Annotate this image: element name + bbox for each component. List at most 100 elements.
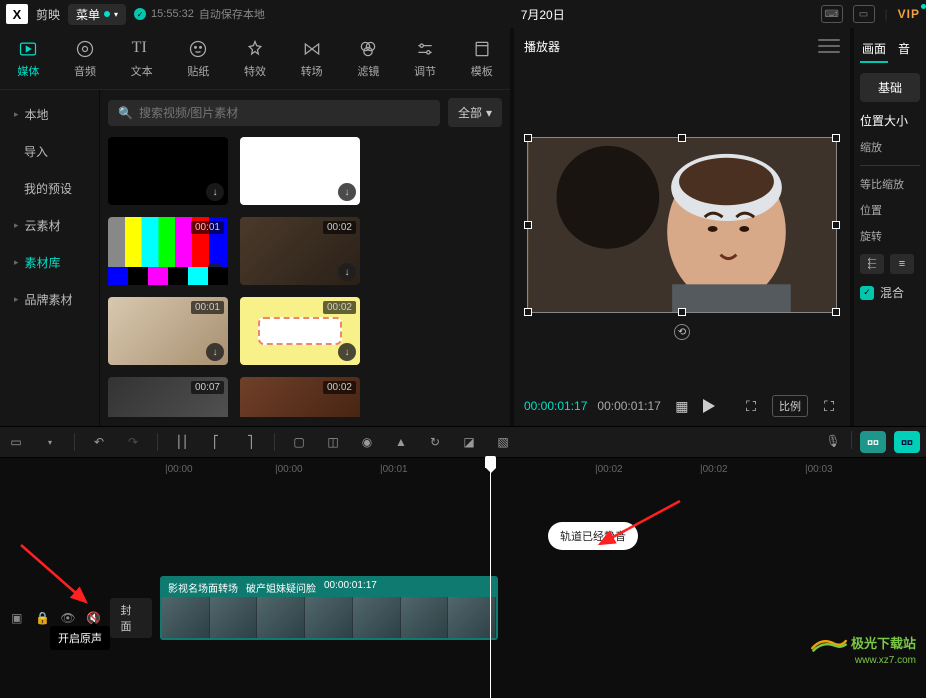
search-field[interactable] — [139, 106, 430, 120]
smart-icon[interactable]: ▧ — [493, 432, 513, 452]
mic-icon[interactable]: 🎙 — [823, 431, 843, 451]
download-icon[interactable]: ↓ — [338, 263, 356, 281]
redo-icon[interactable]: ↷ — [123, 432, 143, 452]
filter-dropdown[interactable]: 全部 ▾ — [448, 98, 502, 127]
resize-handle-icon[interactable] — [832, 221, 840, 229]
align-left-icon[interactable]: ⬱ — [860, 254, 884, 274]
checkbox-blend[interactable]: ✓ — [860, 286, 874, 300]
duration-label: 00:01 — [191, 301, 224, 314]
crop-icon[interactable]: ◪ — [459, 432, 479, 452]
rotate-handle-icon[interactable]: ⟲ — [674, 324, 690, 340]
timeline-ruler[interactable]: |00:00 |00:00 |00:01 |00:02 |00:02 |00:0… — [0, 458, 926, 480]
tab-effect[interactable]: 特效 — [227, 28, 284, 89]
tab-transition[interactable]: 转场 — [283, 28, 340, 89]
resize-handle-icon[interactable] — [524, 308, 532, 316]
asset-grid[interactable]: ↓ ↓ 00:01 ↓ 00:02 ↓ — [108, 137, 502, 417]
tool-tab-bar: 媒体 音频 TI 文本 贴纸 特效 转场 — [0, 28, 510, 90]
resize-handle-icon[interactable] — [678, 134, 686, 142]
tab-adjust[interactable]: 调节 — [397, 28, 454, 89]
freeze-icon[interactable]: ◫ — [323, 432, 343, 452]
download-icon[interactable]: ↓ — [206, 343, 224, 361]
sidebar-item-import[interactable]: 导入 — [0, 133, 99, 170]
search-input[interactable]: 🔍 — [108, 100, 440, 126]
tab-audio-props[interactable]: 音 — [896, 36, 912, 63]
sidebar-item-assetlib[interactable]: 素材库 — [0, 244, 99, 281]
ruler-tick: |00:00 — [275, 464, 303, 475]
sticker-icon — [188, 39, 208, 59]
trim-right-icon[interactable]: ⎤ — [240, 432, 260, 452]
magnet-on-icon[interactable] — [894, 431, 920, 453]
play-button[interactable] — [703, 399, 715, 413]
tab-text[interactable]: TI 文本 — [113, 28, 170, 89]
rotate-icon[interactable]: ↻ — [425, 432, 445, 452]
resize-handle-icon[interactable] — [524, 134, 532, 142]
frame-view-icon[interactable]: ▦ — [671, 395, 693, 417]
shortcut-icon[interactable]: ⌨ — [821, 5, 843, 23]
split-icon[interactable]: ⎮⎮ — [172, 432, 192, 452]
undo-icon[interactable]: ↶ — [89, 432, 109, 452]
resize-handle-icon[interactable] — [524, 221, 532, 229]
reverse-icon[interactable]: ▲ — [391, 432, 411, 452]
vip-badge[interactable]: VIP — [898, 7, 920, 21]
tab-picture[interactable]: 画面 — [860, 36, 888, 63]
chevron-down-icon: ▾ — [114, 10, 118, 19]
basic-tab[interactable]: 基础 — [860, 73, 920, 102]
asset-thumb[interactable]: 00:01 ↓ — [108, 297, 228, 365]
resize-handle-icon[interactable] — [832, 308, 840, 316]
sidebar-item-presets[interactable]: 我的预设 — [0, 170, 99, 207]
resize-handle-icon[interactable] — [832, 134, 840, 142]
video-clip[interactable]: 影视名场面转场 破产姐妹疑问脸 00:00:01:17 — [160, 576, 498, 640]
asset-thumb[interactable]: 00:07 — [108, 377, 228, 417]
asset-thumb[interactable]: ↓ — [240, 137, 360, 205]
duration-label: 00:02 — [323, 221, 356, 234]
align-center-icon[interactable]: ≡ — [890, 254, 914, 274]
tab-audio[interactable]: 音频 — [57, 28, 114, 89]
asset-side-nav: 本地 导入 我的预设 云素材 素材库 品牌素材 — [0, 90, 100, 426]
preview-menu-icon[interactable] — [818, 37, 840, 55]
sidebar-item-brand[interactable]: 品牌素材 — [0, 281, 99, 318]
autosave-status: ✓ 15:55:32 自动保存本地 — [134, 6, 265, 22]
fullscreen-icon[interactable]: ⛶ — [818, 395, 840, 417]
ratio-button[interactable]: 比例 — [772, 395, 808, 417]
tab-media[interactable]: 媒体 — [0, 28, 57, 89]
project-title[interactable]: 7月20日 — [273, 6, 813, 23]
video-transform-box[interactable]: ⟲ — [527, 137, 837, 313]
resize-handle-icon[interactable] — [678, 308, 686, 316]
preview-viewport[interactable]: ⟲ — [514, 64, 850, 386]
menu-dropdown[interactable]: 菜单 ▾ — [68, 4, 126, 25]
asset-thumb[interactable]: 00:02 ↓ — [240, 217, 360, 285]
clip-thumbnails — [162, 597, 496, 638]
download-icon[interactable]: ↓ — [338, 343, 356, 361]
speed-icon[interactable]: ◉ — [357, 432, 377, 452]
cover-button[interactable]: 封面 — [110, 598, 152, 638]
tab-sticker[interactable]: 贴纸 — [170, 28, 227, 89]
playhead[interactable] — [490, 458, 491, 698]
tab-template[interactable]: 模板 — [453, 28, 510, 89]
asset-thumb[interactable]: ↓ — [108, 137, 228, 205]
notification-dot-icon — [104, 11, 110, 17]
delete-icon[interactable]: ▢ — [289, 432, 309, 452]
ruler-tick: |00:00 — [165, 464, 193, 475]
asset-thumb[interactable]: 00:02 — [240, 377, 360, 417]
chevron-down-icon[interactable]: ▾ — [40, 432, 60, 452]
ruler-tick: |00:02 — [595, 464, 623, 475]
zoom-fit-icon[interactable]: ⛶ — [740, 395, 762, 417]
tab-filter[interactable]: 滤镜 — [340, 28, 397, 89]
magnet-off-icon[interactable] — [860, 431, 886, 453]
sidebar-item-local[interactable]: 本地 — [0, 96, 99, 133]
playhead-handle-icon[interactable] — [485, 456, 496, 468]
layout-icon[interactable]: ▭ — [853, 5, 875, 23]
timeline-tracks[interactable]: 轨道已经静音 ▣ 🔒 👁 🔇 封面 开启原声 影视名场面转场 破产姐妹疑问脸 0… — [0, 480, 926, 675]
duration-label: 00:01 — [191, 221, 224, 234]
text-icon: TI — [132, 39, 152, 59]
download-icon[interactable]: ↓ — [206, 183, 224, 201]
download-icon[interactable]: ↓ — [338, 183, 356, 201]
trim-left-icon[interactable]: ⎡ — [206, 432, 226, 452]
sidebar-item-cloud[interactable]: 云素材 — [0, 207, 99, 244]
asset-thumb[interactable]: 00:01 ↓ — [108, 217, 228, 285]
asset-panel: 媒体 音频 TI 文本 贴纸 特效 转场 — [0, 28, 510, 426]
label-rotation: 旋转 — [860, 228, 920, 244]
ruler-tick: |00:01 — [380, 464, 408, 475]
asset-thumb[interactable]: 00:02 ↓ — [240, 297, 360, 365]
selection-tool-icon[interactable]: ▭ — [6, 432, 26, 452]
